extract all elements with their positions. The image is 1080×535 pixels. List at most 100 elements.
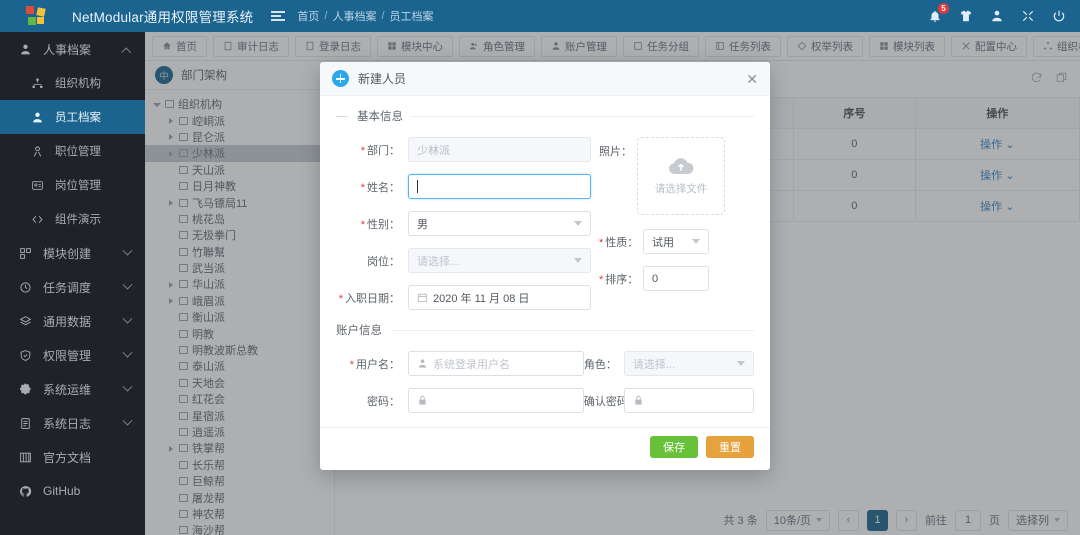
save-button[interactable]: 保存 <box>650 436 698 458</box>
gender-select[interactable]: 男 <box>408 211 591 236</box>
layers-icon <box>18 314 32 328</box>
field-join-date: 入职日期： 2020 年 11 月 08 日 <box>336 285 591 310</box>
chevron-up-icon <box>121 47 131 57</box>
chevron-down-icon <box>123 245 133 255</box>
grid-icon <box>18 246 32 260</box>
breadcrumb-item-home[interactable]: 首页 <box>297 8 319 24</box>
field-department: 部门： 少林派 <box>336 137 591 162</box>
blocks-logo-icon <box>26 6 46 26</box>
sidebar-item-label: 官方文档 <box>43 449 91 466</box>
name-input[interactable] <box>408 174 591 199</box>
user-icon <box>30 110 44 124</box>
field-sort: 排序： 0 <box>599 266 751 291</box>
app-logo <box>0 0 72 32</box>
fullscreen-icon[interactable] <box>1020 9 1035 24</box>
sort-input[interactable]: 0 <box>643 266 709 291</box>
basic-info-section-header: 基本信息 <box>336 108 754 124</box>
upload-text: 请选择文件 <box>655 181 708 196</box>
section-dash <box>336 116 348 117</box>
join-date-input[interactable]: 2020 年 11 月 08 日 <box>408 285 591 310</box>
breadcrumb-item-employee[interactable]: 员工档案 <box>390 8 434 24</box>
breadcrumb-separator: / <box>381 10 384 22</box>
app-root: NetModular通用权限管理系统 首页 / 人事档案 / 员工档案 5 <box>0 0 1080 535</box>
sidebar-item-hr[interactable]: 人事档案 <box>0 32 145 66</box>
field-name: 姓名： <box>336 174 591 199</box>
chevron-down-icon <box>123 279 133 289</box>
sidebar-item-label: 系统运维 <box>43 381 91 398</box>
sidebar-item-org[interactable]: 组织机构 <box>0 66 145 100</box>
password-input[interactable] <box>408 388 584 413</box>
sidebar-item-label: 通用数据 <box>43 313 91 330</box>
sidebar-item-label: 人事档案 <box>43 41 91 58</box>
code-icon <box>30 212 44 226</box>
sidebar-item-system-log[interactable]: 系统日志 <box>0 406 145 440</box>
chevron-down-icon <box>123 415 133 425</box>
user-icon[interactable] <box>989 9 1004 24</box>
shield-icon <box>18 348 32 362</box>
user-icon <box>18 42 32 56</box>
post-placeholder: 请选择... <box>417 253 459 269</box>
confirm-password-input[interactable] <box>624 388 754 413</box>
field-password: 密码： <box>336 388 584 413</box>
field-label: 照片： <box>599 137 637 159</box>
chevron-down-icon <box>123 347 133 357</box>
sidebar-item-permission[interactable]: 权限管理 <box>0 338 145 372</box>
post-select[interactable]: 请选择... <box>408 248 591 273</box>
sidebar-item-label: 职位管理 <box>55 143 101 159</box>
gender-value: 男 <box>417 216 428 232</box>
dialog-title: 新建人员 <box>358 70 406 87</box>
nature-value: 试用 <box>652 234 674 250</box>
breadcrumb-separator: / <box>324 10 327 22</box>
nature-select[interactable]: 试用 <box>643 229 709 254</box>
sidebar-item-system-ops[interactable]: 系统运维 <box>0 372 145 406</box>
section-rule <box>412 116 754 117</box>
lock-icon <box>417 395 428 406</box>
form-column-right: 照片： 请选择文件 性质： 试用 排序： 0 <box>591 137 751 322</box>
breadcrumb-item-hr[interactable]: 人事档案 <box>332 8 376 24</box>
photo-upload-area[interactable]: 请选择文件 <box>637 137 725 215</box>
github-icon <box>18 484 32 498</box>
close-icon[interactable]: ✕ <box>746 72 758 86</box>
account-column-left: 用户名： 系统登录用户名 密码： <box>336 351 584 425</box>
field-label: 排序： <box>599 271 643 287</box>
sidebar-item-position[interactable]: 职位管理 <box>0 134 145 168</box>
menu-collapse-icon[interactable] <box>271 11 285 21</box>
sidebar-item-employee[interactable]: 员工档案 <box>0 100 145 134</box>
sidebar-item-github[interactable]: GitHub <box>0 474 145 508</box>
breadcrumb: 首页 / 人事档案 / 员工档案 <box>297 8 433 24</box>
chevron-down-icon <box>123 381 133 391</box>
basic-info-form: 部门： 少林派 姓名： 性别： 男 岗位： 请选择... <box>336 137 754 322</box>
username-input[interactable]: 系统登录用户名 <box>408 351 584 376</box>
dialog-body: 基本信息 部门： 少林派 姓名： 性别： 男 <box>320 96 770 425</box>
user-icon <box>417 358 428 369</box>
sidebar-item-common-data[interactable]: 通用数据 <box>0 304 145 338</box>
theme-shirt-icon[interactable] <box>958 9 973 24</box>
sidebar-item-label: 任务调度 <box>43 279 91 296</box>
sidebar-item-official-doc[interactable]: 官方文档 <box>0 440 145 474</box>
section-title: 基本信息 <box>357 108 403 124</box>
top-bar: NetModular通用权限管理系统 首页 / 人事档案 / 员工档案 5 <box>0 0 1080 32</box>
bell-icon[interactable]: 5 <box>927 9 942 24</box>
sidebar: 人事档案 组织机构 员工档案 职位管理 岗位管理 组件演示 模块创建 <box>0 32 145 535</box>
field-label: 角色： <box>584 356 624 372</box>
sidebar-item-components[interactable]: 组件演示 <box>0 202 145 236</box>
role-select[interactable]: 请选择... <box>624 351 754 376</box>
sidebar-item-label: 组件演示 <box>55 211 101 227</box>
power-icon[interactable] <box>1051 9 1066 24</box>
reset-button[interactable]: 重置 <box>706 436 754 458</box>
sidebar-item-module-create[interactable]: 模块创建 <box>0 236 145 270</box>
sidebar-item-label: 岗位管理 <box>55 177 101 193</box>
topbar-actions: 5 <box>927 9 1080 24</box>
field-label: 性别： <box>336 216 408 232</box>
field-label: 岗位： <box>336 253 408 269</box>
sidebar-item-post[interactable]: 岗位管理 <box>0 168 145 202</box>
sort-value: 0 <box>652 273 658 285</box>
field-gender: 性别： 男 <box>336 211 591 236</box>
new-employee-dialog: 新建人员 ✕ 基本信息 部门： 少林派 姓名： <box>320 62 770 470</box>
account-info-section-header: 账户信息 <box>336 322 754 338</box>
username-placeholder: 系统登录用户名 <box>433 356 510 372</box>
field-photo: 照片： 请选择文件 <box>599 137 751 215</box>
sidebar-item-task-schedule[interactable]: 任务调度 <box>0 270 145 304</box>
notification-badge: 5 <box>938 3 949 14</box>
sidebar-item-label: GitHub <box>43 484 80 498</box>
